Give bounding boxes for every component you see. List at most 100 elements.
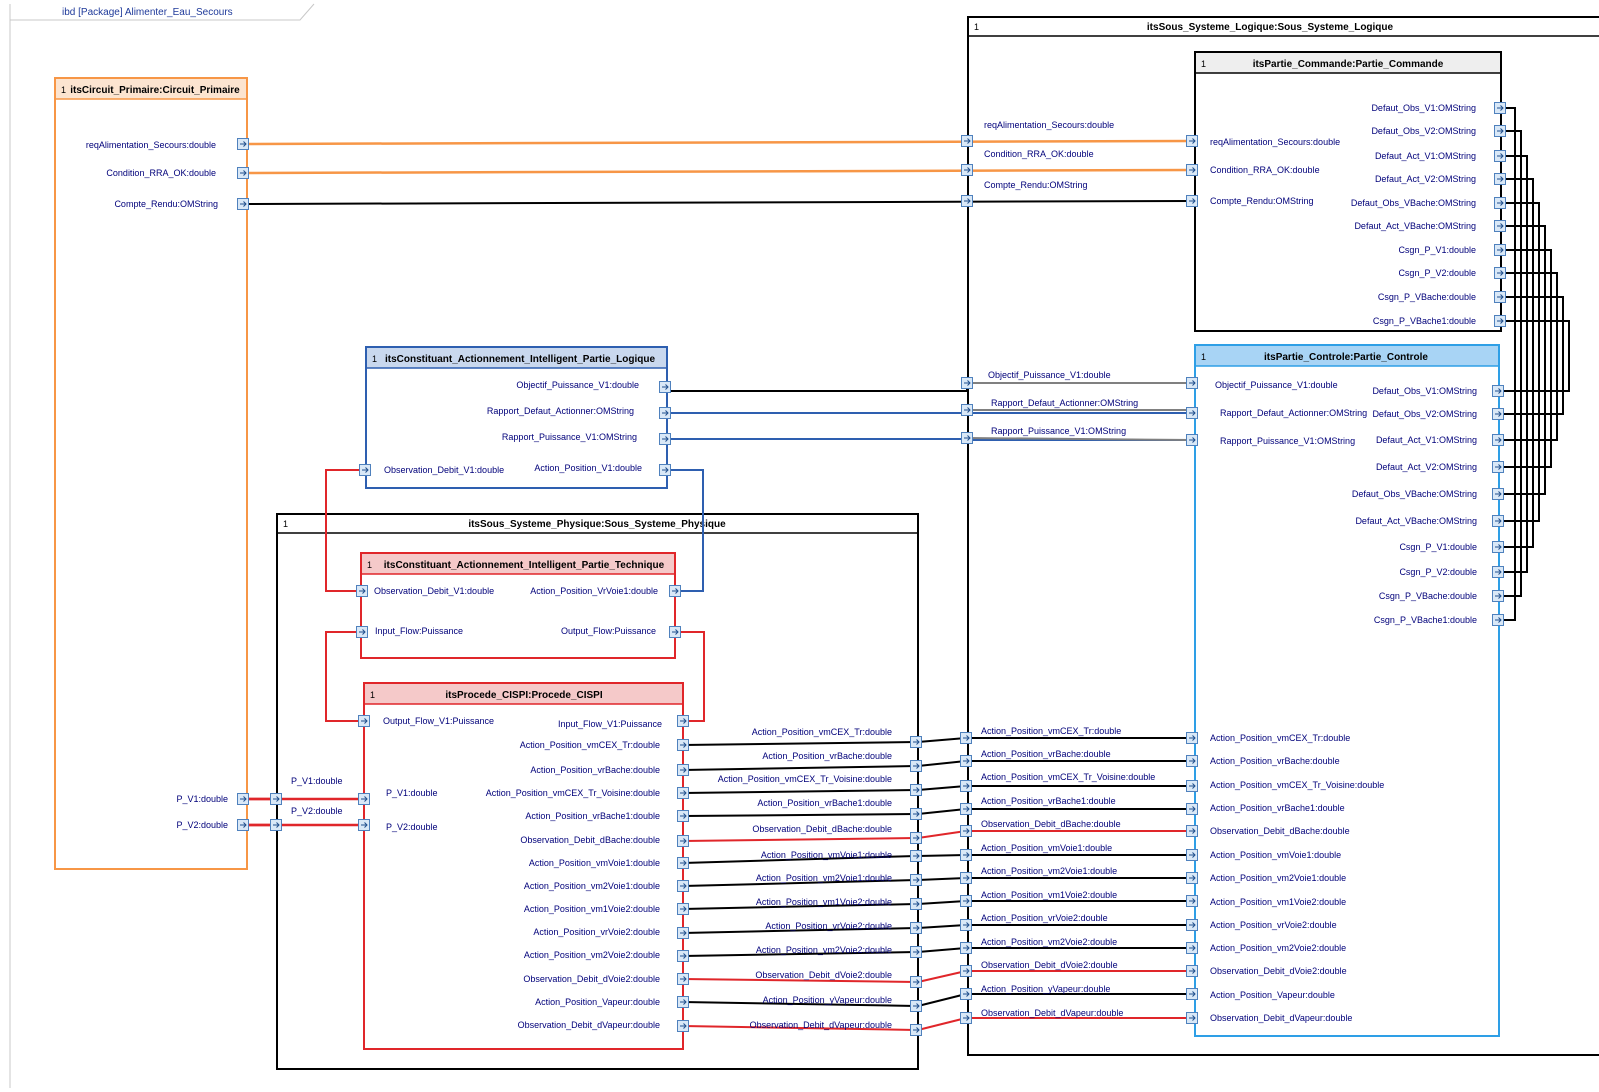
port-icon[interactable] — [960, 1012, 972, 1024]
port-icon[interactable] — [1186, 407, 1198, 419]
port-icon[interactable] — [1494, 244, 1506, 256]
connector-line[interactable] — [917, 970, 967, 983]
port-icon[interactable] — [960, 780, 972, 792]
connector-line[interactable] — [917, 760, 967, 767]
port-icon[interactable] — [1492, 385, 1504, 397]
port-icon[interactable] — [1494, 291, 1506, 303]
port-icon[interactable] — [1186, 755, 1198, 767]
port-icon[interactable] — [960, 988, 972, 1000]
port-icon[interactable] — [1186, 803, 1198, 815]
port-icon[interactable] — [1186, 872, 1198, 884]
connector-line[interactable] — [917, 785, 967, 791]
port-icon[interactable] — [1494, 173, 1506, 185]
block-circuit-primaire[interactable]: 1 itsCircuit_Primaire:Circuit_Primaire — [54, 77, 248, 870]
port-icon[interactable] — [1492, 614, 1504, 626]
port-icon[interactable] — [960, 919, 972, 931]
port-icon[interactable] — [356, 585, 368, 597]
port-icon[interactable] — [677, 950, 689, 962]
port-icon[interactable] — [677, 973, 689, 985]
port-icon[interactable] — [1494, 125, 1506, 137]
port-icon[interactable] — [1186, 377, 1198, 389]
port-icon[interactable] — [270, 793, 282, 805]
connector-line[interactable] — [917, 924, 967, 929]
port-icon[interactable] — [237, 793, 249, 805]
port-icon[interactable] — [910, 808, 922, 820]
port-icon[interactable] — [659, 464, 671, 476]
port-icon[interactable] — [1492, 488, 1504, 500]
port-icon[interactable] — [961, 404, 973, 416]
block-partie-commande[interactable]: 1 itsPartie_Commande:Partie_Commande — [1194, 51, 1502, 332]
port-icon[interactable] — [910, 832, 922, 844]
port-icon[interactable] — [1186, 1012, 1198, 1024]
connector-line[interactable] — [917, 877, 967, 881]
port-icon[interactable] — [1186, 780, 1198, 792]
port-icon[interactable] — [961, 195, 973, 207]
port-icon[interactable] — [1492, 461, 1504, 473]
port-icon[interactable] — [910, 922, 922, 934]
port-icon[interactable] — [677, 1020, 689, 1032]
port-icon[interactable] — [677, 787, 689, 799]
port-icon[interactable] — [669, 585, 681, 597]
port-icon[interactable] — [677, 903, 689, 915]
port-icon[interactable] — [910, 1024, 922, 1036]
port-icon[interactable] — [960, 825, 972, 837]
port-icon[interactable] — [910, 736, 922, 748]
port-icon[interactable] — [910, 946, 922, 958]
connector-line[interactable] — [917, 1017, 967, 1031]
port-icon[interactable] — [1494, 102, 1506, 114]
connector-line[interactable] — [917, 830, 967, 839]
connector-line[interactable] — [917, 737, 967, 743]
port-icon[interactable] — [1186, 164, 1198, 176]
port-icon[interactable] — [659, 433, 671, 445]
port-icon[interactable] — [677, 857, 689, 869]
port-icon[interactable] — [1494, 197, 1506, 209]
port-icon[interactable] — [960, 942, 972, 954]
port-icon[interactable] — [677, 996, 689, 1008]
port-icon[interactable] — [669, 626, 681, 638]
port-icon[interactable] — [961, 377, 973, 389]
connector-line[interactable] — [917, 993, 967, 1007]
port-icon[interactable] — [677, 764, 689, 776]
port-icon[interactable] — [677, 810, 689, 822]
port-icon[interactable] — [1186, 135, 1198, 147]
port-icon[interactable] — [1186, 965, 1198, 977]
port-icon[interactable] — [1492, 515, 1504, 527]
port-icon[interactable] — [677, 715, 689, 727]
port-icon[interactable] — [270, 819, 282, 831]
port-icon[interactable] — [677, 835, 689, 847]
port-icon[interactable] — [1492, 408, 1504, 420]
port-icon[interactable] — [961, 432, 973, 444]
block-ca-technique[interactable]: 1 itsConstituant_Actionnement_Intelligen… — [360, 552, 676, 659]
port-icon[interactable] — [1186, 895, 1198, 907]
port-icon[interactable] — [1186, 988, 1198, 1000]
port-icon[interactable] — [1186, 434, 1198, 446]
port-icon[interactable] — [659, 407, 671, 419]
port-icon[interactable] — [910, 784, 922, 796]
port-icon[interactable] — [960, 895, 972, 907]
port-icon[interactable] — [1494, 220, 1506, 232]
port-icon[interactable] — [960, 755, 972, 767]
port-icon[interactable] — [960, 965, 972, 977]
port-icon[interactable] — [359, 464, 371, 476]
port-icon[interactable] — [910, 976, 922, 988]
port-icon[interactable] — [1186, 825, 1198, 837]
port-icon[interactable] — [910, 874, 922, 886]
port-icon[interactable] — [237, 819, 249, 831]
port-icon[interactable] — [1492, 566, 1504, 578]
port-icon[interactable] — [960, 849, 972, 861]
connector-line[interactable] — [917, 947, 967, 953]
port-icon[interactable] — [960, 732, 972, 744]
port-icon[interactable] — [1186, 849, 1198, 861]
port-icon[interactable] — [237, 138, 249, 150]
port-icon[interactable] — [677, 880, 689, 892]
port-icon[interactable] — [960, 803, 972, 815]
port-icon[interactable] — [1186, 942, 1198, 954]
port-icon[interactable] — [1494, 315, 1506, 327]
port-icon[interactable] — [1494, 150, 1506, 162]
port-icon[interactable] — [237, 198, 249, 210]
block-partie-controle[interactable]: 1 itsPartie_Controle:Partie_Controle — [1194, 344, 1500, 1037]
port-icon[interactable] — [358, 715, 370, 727]
connector-line[interactable] — [917, 900, 967, 905]
port-icon[interactable] — [677, 739, 689, 751]
port-icon[interactable] — [910, 1000, 922, 1012]
